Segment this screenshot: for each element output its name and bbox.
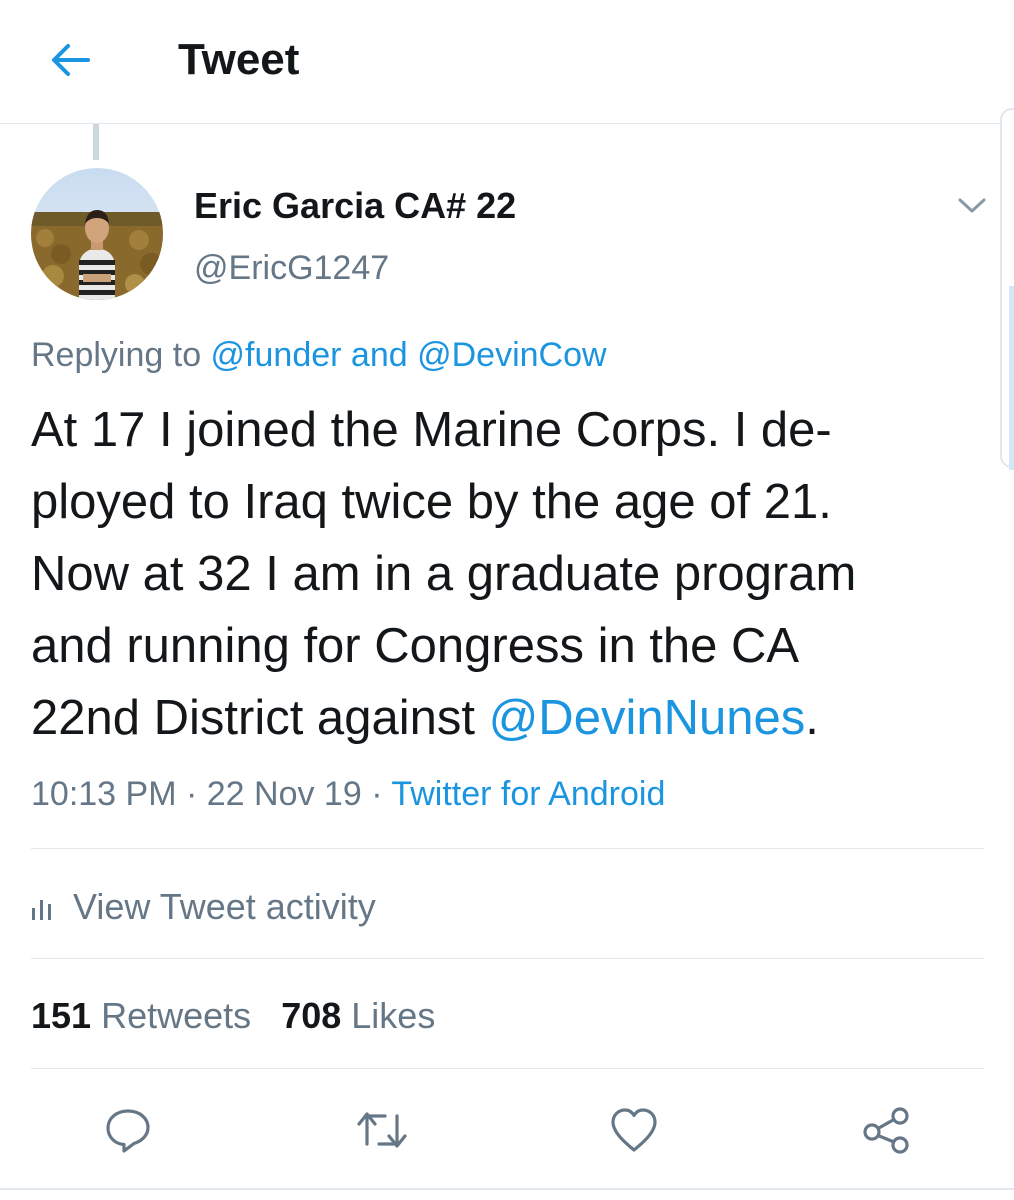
mention-link-devinnunes[interactable]: @DevinNunes	[489, 691, 806, 745]
bottom-border	[0, 1188, 1014, 1190]
tweet-action-bar	[0, 1100, 1014, 1164]
retweets-label: Retweets	[101, 995, 252, 1036]
reply-icon	[106, 1109, 150, 1153]
meta-separator: ·	[176, 775, 207, 813]
reply-button[interactable]	[98, 1100, 158, 1160]
tweet-options-button[interactable]	[952, 190, 992, 222]
mention-link-devincow[interactable]: @DevinCow	[417, 336, 606, 374]
meta-separator: ·	[361, 775, 392, 813]
likes-stat[interactable]: 708 Likes	[281, 995, 435, 1036]
like-button[interactable]	[604, 1100, 664, 1160]
tweet-text-fragment: 22nd District against	[31, 691, 489, 745]
likes-label: Likes	[351, 995, 436, 1036]
arrow-left-icon	[52, 44, 90, 76]
tweet-text-fragment: .	[805, 691, 819, 745]
heart-icon	[611, 1108, 657, 1152]
replying-prefix: Replying to	[31, 336, 211, 374]
tweet-text-line: Now at 32 I am in a graduate program	[31, 547, 857, 601]
tweet-source-link[interactable]: Twitter for Android	[391, 775, 665, 813]
retweet-button[interactable]	[352, 1100, 412, 1160]
replying-to-line: Replying to @funder and @DevinCow	[31, 333, 607, 377]
tweet-text-line: At 17 I joined the Marine Corps. I de-	[31, 403, 832, 457]
author-handle[interactable]: @EricG1247	[194, 246, 389, 290]
share-button[interactable]	[856, 1100, 916, 1160]
retweets-stat[interactable]: 151 Retweets	[31, 995, 251, 1036]
retweet-icon	[357, 1112, 407, 1148]
engagement-stats: 151 Retweets 708 Likes	[31, 994, 435, 1038]
tweet-time: 10:13 PM	[31, 775, 177, 813]
avatar[interactable]	[31, 168, 163, 300]
view-tweet-activity-label: View Tweet activity	[73, 886, 376, 927]
divider	[31, 1068, 984, 1069]
tweet-text-line: and running for Congress in the CA	[31, 619, 800, 673]
chevron-down-icon	[958, 198, 986, 213]
author-display-name[interactable]: Eric Garcia CA# 22	[194, 184, 516, 228]
tweet-text-line: 22nd District against @DevinNunes.	[31, 682, 991, 754]
mention-link-funder[interactable]: @funder	[211, 336, 342, 374]
page-title: Tweet	[178, 35, 300, 84]
profile-photo	[31, 168, 163, 300]
tweet-text-line: ployed to Iraq twice by the age of 21.	[31, 475, 832, 529]
back-button[interactable]	[40, 30, 100, 90]
likes-count: 708	[281, 995, 342, 1036]
tweet-date: 22 Nov 19	[206, 775, 362, 813]
tweet-text: At 17 I joined the Marine Corps. I de- p…	[31, 394, 991, 754]
tweet-metadata: 10:13 PM · 22 Nov 19 · Twitter for Andro…	[31, 772, 665, 816]
scrollbar[interactable]	[1000, 108, 1014, 470]
retweets-count: 151	[31, 995, 92, 1036]
analytics-bars-icon	[31, 894, 57, 920]
view-tweet-activity-button[interactable]: View Tweet activity	[31, 882, 376, 932]
replying-conjunction: and	[341, 336, 418, 374]
thread-connector-line	[93, 124, 99, 160]
share-icon	[863, 1107, 909, 1154]
top-bar: Tweet	[0, 0, 1014, 124]
divider	[31, 848, 984, 849]
divider	[31, 958, 984, 959]
